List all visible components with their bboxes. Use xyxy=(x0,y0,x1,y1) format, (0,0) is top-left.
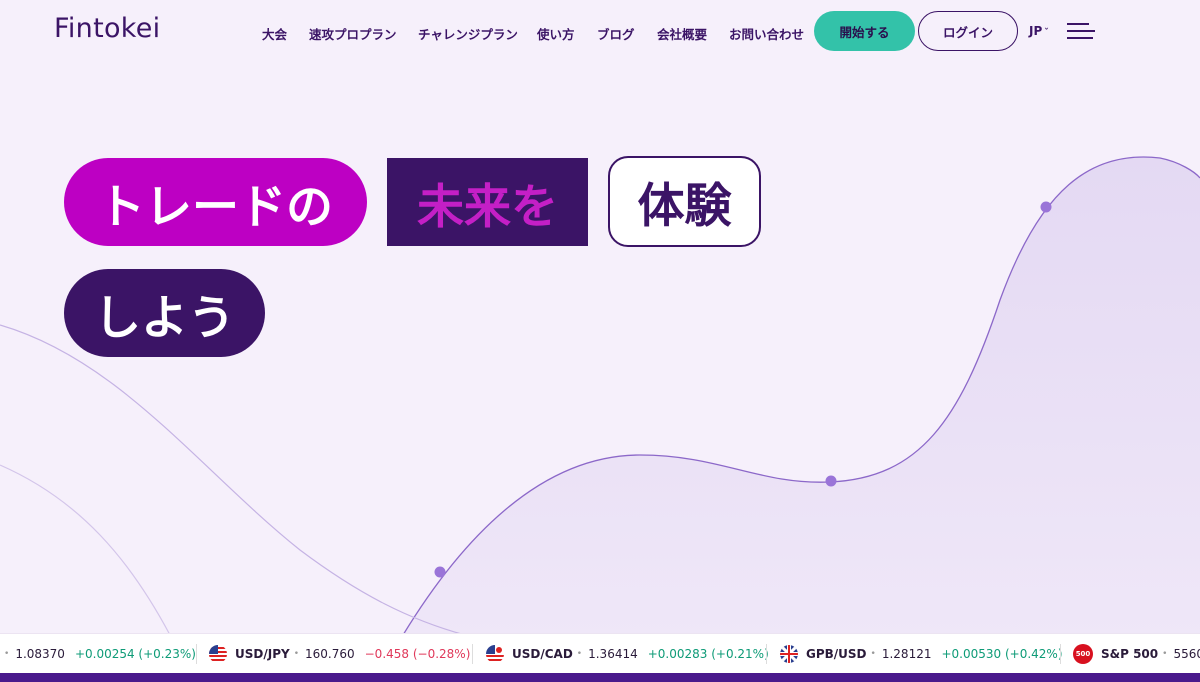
ticker-item[interactable]: • 1.08370 +0.00254 (+0.23%) xyxy=(0,634,196,674)
ticker-symbol: USD/JPY xyxy=(235,647,290,661)
dot-separator: • xyxy=(4,649,10,659)
ticker-item[interactable]: GPB/USD • 1.28121 +0.00530 (+0.42%) xyxy=(780,634,1063,674)
us-ca-flag-icon xyxy=(486,645,504,663)
login-button[interactable]: ログイン xyxy=(918,11,1018,51)
ticker-price: 1.08370 xyxy=(15,647,65,661)
start-button[interactable]: 開始する xyxy=(814,11,915,51)
curve-marker xyxy=(434,566,446,578)
hamburger-icon[interactable] xyxy=(1067,20,1095,42)
ticker-symbol: GPB/USD xyxy=(806,647,867,661)
ticker-change: +0.00254 (+0.23%) xyxy=(74,647,196,661)
bottom-bar xyxy=(0,673,1200,682)
nav-link-contact[interactable]: お問い合わせ xyxy=(729,24,804,43)
ticker-price: 1.36414 xyxy=(588,647,638,661)
headline-chip-lets: しよう xyxy=(64,269,265,357)
nav-link-challenge-plan[interactable]: チャレンジプラン xyxy=(418,24,518,43)
ticker-change: −0.458 (−0.28%) xyxy=(364,647,471,661)
headline-chip-experience: 体験 xyxy=(608,156,761,247)
us-flag-icon xyxy=(209,645,227,663)
headline-chip-future: 未来を xyxy=(387,158,588,246)
nav-link-how-to-use[interactable]: 使い方 xyxy=(537,24,575,43)
nav-link-tournament[interactable]: 大会 xyxy=(262,24,287,43)
sp500-badge-icon: 500 xyxy=(1073,644,1093,664)
gb-us-flag-icon xyxy=(780,645,798,663)
headline-chip-trade: トレードの xyxy=(64,158,367,246)
language-label: JP xyxy=(1029,24,1043,38)
ticker-change: +0.00283 (+0.21%) xyxy=(647,647,769,661)
ticker-price: 1.28121 xyxy=(881,647,932,661)
ticker-symbol: USD/CAD xyxy=(512,647,573,661)
price-ticker: • 1.08370 +0.00254 (+0.23%) USD/JPY • 16… xyxy=(0,633,1200,674)
ticker-item[interactable]: 500 S&P 500 • 5560. xyxy=(1073,634,1200,674)
nav-link-fast-pro-plan[interactable]: 速攻プロプラン xyxy=(309,24,397,43)
top-navigation: Fintokei 大会 速攻プロプラン チャレンジプラン 使い方 ブログ 会社概… xyxy=(0,0,1200,64)
ticker-item[interactable]: USD/JPY • 160.760 −0.458 (−0.28%) xyxy=(209,634,470,674)
curve-marker xyxy=(825,475,837,487)
ticker-change: +0.00530 (+0.42%) xyxy=(941,647,1063,661)
curve-marker xyxy=(1040,201,1052,213)
ticker-price: 5560. xyxy=(1173,647,1200,661)
nav-link-blog[interactable]: ブログ xyxy=(597,24,635,43)
chevron-down-icon: ˇ xyxy=(1044,28,1049,38)
nav-link-company[interactable]: 会社概要 xyxy=(657,24,707,43)
ticker-symbol: S&P 500 xyxy=(1101,647,1159,661)
language-selector[interactable]: JP ˇ xyxy=(1029,24,1049,38)
fintokei-logo[interactable]: Fintokei xyxy=(54,13,160,44)
sp500-badge-label: 500 xyxy=(1075,650,1091,658)
ticker-price: 160.760 xyxy=(305,647,355,661)
ticker-item[interactable]: USD/CAD • 1.36414 +0.00283 (+0.21%) xyxy=(486,634,769,674)
